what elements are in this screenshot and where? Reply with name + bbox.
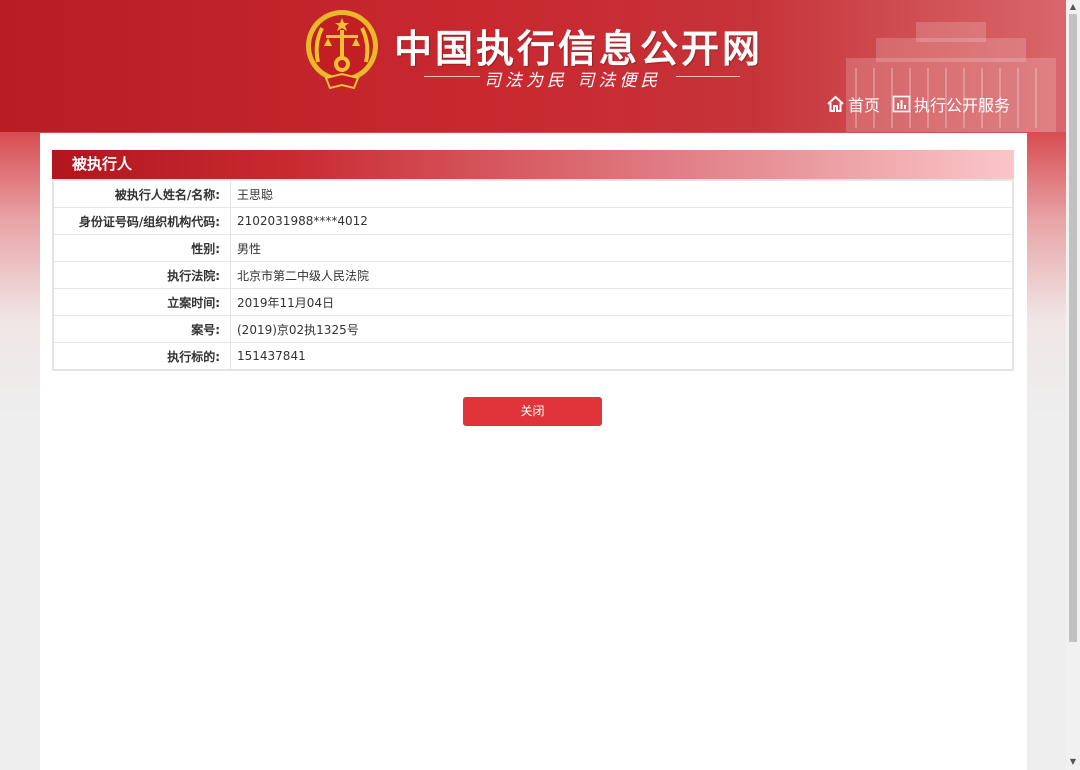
nav-execution-service[interactable]: 执行公开服务 — [892, 92, 1010, 116]
field-label: 执行标的: — [52, 342, 231, 371]
field-label: 执行法院: — [52, 261, 231, 289]
field-value: 男性 — [230, 234, 1014, 262]
top-navigation: 首页 执行公开服务 — [826, 92, 1010, 116]
field-value: 2019年11月04日 — [230, 288, 1014, 316]
field-value: (2019)京02执1325号 — [230, 315, 1014, 343]
field-value: 151437841 — [230, 342, 1014, 371]
nav-service-label: 执行公开服务 — [914, 96, 1011, 115]
table-row: 案号: (2019)京02执1325号 — [52, 315, 1014, 343]
field-label: 案号: — [52, 315, 231, 343]
scroll-up-icon[interactable]: ▲ — [1069, 3, 1077, 11]
slogan-divider-right — [676, 76, 740, 77]
table-row: 被执行人姓名/名称: 王思聪 — [52, 179, 1014, 208]
national-emblem-icon — [306, 10, 378, 90]
field-label: 性别: — [52, 234, 231, 262]
site-header: 中国执行信息公开网 司法为民 司法便民 首页 执行公开服务 — [0, 0, 1066, 132]
field-label: 身份证号码/组织机构代码: — [52, 207, 231, 235]
site-title: 中国执行信息公开网 — [394, 27, 764, 71]
field-label: 被执行人姓名/名称: — [52, 179, 231, 208]
site-slogan: 司法为民 司法便民 — [484, 71, 662, 91]
nav-home-label: 首页 — [848, 96, 881, 115]
table-row: 性别: 男性 — [52, 234, 1014, 262]
slogan-divider-left — [424, 76, 480, 77]
field-label: 立案时间: — [52, 288, 231, 316]
close-button[interactable]: 关闭 — [463, 397, 602, 426]
nav-home[interactable]: 首页 — [826, 92, 880, 116]
home-icon — [827, 95, 844, 112]
content-panel: 被执行人 被执行人姓名/名称: 王思聪 身份证号码/组织机构代码: 210203… — [40, 133, 1027, 770]
bar-chart-icon — [892, 95, 911, 113]
field-value: 王思聪 — [230, 179, 1014, 208]
debtor-info-table: 被执行人姓名/名称: 王思聪 身份证号码/组织机构代码: 2102031988*… — [52, 179, 1014, 371]
table-row: 立案时间: 2019年11月04日 — [52, 288, 1014, 316]
vertical-scrollbar[interactable]: ▲ ▼ — [1066, 0, 1080, 770]
table-row: 执行标的: 151437841 — [52, 342, 1014, 371]
table-row: 执行法院: 北京市第二中级人民法院 — [52, 261, 1014, 289]
scrollbar-thumb[interactable] — [1069, 14, 1077, 642]
field-value: 2102031988****4012 — [230, 207, 1014, 235]
scroll-down-icon[interactable]: ▼ — [1069, 758, 1077, 766]
field-value: 北京市第二中级人民法院 — [230, 261, 1014, 289]
table-row: 身份证号码/组织机构代码: 2102031988****4012 — [52, 207, 1014, 235]
section-title: 被执行人 — [52, 150, 1014, 179]
